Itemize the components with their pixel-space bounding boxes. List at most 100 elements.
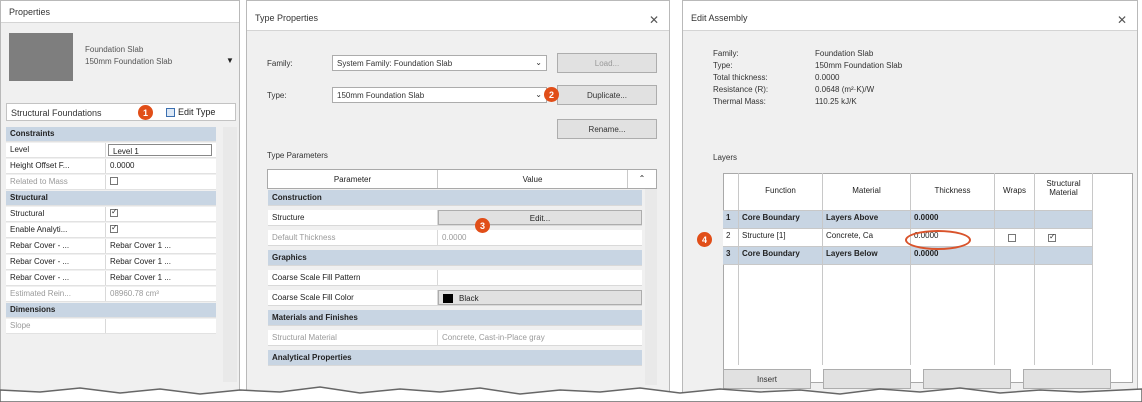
column-menu-icon[interactable]: ⌃ [628, 170, 656, 188]
assembly-info-value: 150mm Foundation Slab [815, 61, 903, 70]
parameter-value [628, 350, 642, 365]
layer-grid-column [823, 265, 911, 365]
properties-title: Properties [1, 1, 239, 23]
parameter-value[interactable] [438, 270, 642, 285]
layer-thickness-cell[interactable]: 0.0000 [911, 247, 995, 265]
property-value[interactable]: 0.0000 [106, 159, 216, 173]
type-selector-dropdown-icon[interactable]: ▼ [226, 56, 234, 65]
parameter-name: Default Thickness [268, 230, 438, 245]
layer-column-header[interactable]: Structural Material [1035, 173, 1093, 211]
layer-function-cell[interactable]: Core Boundary [739, 211, 823, 229]
layer-function-cell[interactable]: Core Boundary [739, 247, 823, 265]
layer-material-cell[interactable]: Layers Below [823, 247, 911, 265]
layer-material-cell[interactable]: Concrete, Ca [823, 229, 911, 247]
rename-button[interactable]: Rename... [557, 119, 657, 139]
checkbox[interactable] [1008, 234, 1016, 242]
checkbox[interactable] [110, 223, 118, 233]
edit-type-button[interactable]: Edit Type [166, 105, 215, 119]
type-select[interactable]: 150mm Foundation Slab ⌄ [332, 87, 547, 103]
parameter-row[interactable]: Default Thickness 0.0000 [268, 230, 642, 246]
parameter-group-header[interactable]: Analytical Properties [268, 350, 642, 366]
layer-grid-column [995, 265, 1035, 365]
layer-structural-material-cell[interactable] [1035, 247, 1093, 265]
property-value[interactable]: Level 1 [108, 144, 212, 156]
parameter-value[interactable]: Black [438, 290, 642, 305]
property-value[interactable]: Rebar Cover 1 ... [106, 255, 216, 269]
layer-column-header[interactable]: Material [823, 173, 911, 211]
property-value [106, 175, 216, 189]
parameter-row[interactable]: Structural Material Concrete, Cast-in-Pla… [268, 330, 642, 346]
property-name: Structural [6, 207, 106, 221]
type-name-line-2: 150mm Foundation Slab [85, 57, 173, 66]
property-row[interactable]: Level Level 1 [6, 143, 216, 158]
property-row[interactable]: Related to Mass [6, 175, 216, 190]
parameter-row[interactable]: Coarse Scale Fill Pattern [268, 270, 642, 286]
property-row[interactable]: Height Offset F... 0.0000 [6, 159, 216, 174]
property-value [206, 191, 216, 205]
assembly-info-label: Thermal Mass: [713, 97, 766, 106]
parameter-row[interactable]: Structure Edit... [268, 210, 642, 226]
property-row[interactable]: Rebar Cover - ... Rebar Cover 1 ... [6, 255, 216, 270]
layer-structural-material-cell[interactable] [1035, 211, 1093, 229]
property-name: Related to Mass [6, 175, 106, 189]
property-value [206, 127, 216, 141]
property-row[interactable]: Enable Analyti... [6, 223, 216, 238]
layer-column-header[interactable]: Function [739, 173, 823, 211]
property-name: Estimated Rein... [6, 287, 106, 301]
property-group-header[interactable]: Dimensions [6, 303, 216, 318]
torn-edge [0, 386, 1142, 402]
property-value[interactable]: Rebar Cover 1 ... [106, 239, 216, 253]
property-row[interactable]: Rebar Cover - ... Rebar Cover 1 ... [6, 271, 216, 286]
parameter-column-header[interactable]: Parameter [268, 170, 438, 188]
property-value[interactable] [106, 223, 216, 237]
layer-function-cell[interactable]: Structure [1] [739, 229, 823, 247]
checkbox[interactable] [1048, 232, 1056, 242]
edit-assembly-title: Edit Assembly ✕ [683, 1, 1137, 31]
layers-label: Layers [713, 153, 738, 162]
layer-wraps-cell[interactable] [995, 247, 1035, 265]
property-row[interactable]: Rebar Cover - ... Rebar Cover 1 ... [6, 239, 216, 254]
layer-row-number: 2 [723, 229, 739, 247]
property-group-header[interactable]: Structural [6, 191, 216, 206]
assembly-info-value: Foundation Slab [815, 49, 874, 58]
value-column-header[interactable]: Value [438, 170, 628, 188]
family-select[interactable]: System Family: Foundation Slab ⌄ [332, 55, 547, 71]
layer-material-cell[interactable]: Layers Above [823, 211, 911, 229]
property-row[interactable]: Slope [6, 319, 216, 334]
layer-structural-material-cell[interactable] [1035, 229, 1093, 247]
layer-wraps-cell[interactable] [995, 229, 1035, 247]
checkbox[interactable] [110, 177, 118, 185]
checkbox[interactable] [110, 207, 118, 217]
duplicate-button[interactable]: Duplicate... [557, 85, 657, 105]
property-value: 08960.78 cm³ [110, 289, 159, 298]
color-swatch [443, 294, 453, 304]
load-button[interactable]: Load... [557, 53, 657, 73]
parameter-group-header[interactable]: Materials and Finishes [268, 310, 642, 326]
property-value[interactable] [106, 207, 216, 221]
layer-wraps-cell[interactable] [995, 211, 1035, 229]
structure-edit-button[interactable]: Edit... [438, 210, 642, 225]
assembly-info-label: Resistance (R): [713, 85, 769, 94]
type-params-scrollbar[interactable] [645, 189, 657, 385]
close-icon[interactable]: ✕ [649, 13, 659, 27]
property-value [106, 319, 216, 333]
property-row[interactable]: Structural [6, 207, 216, 222]
close-icon[interactable]: ✕ [1117, 13, 1127, 27]
properties-scrollbar[interactable] [223, 127, 237, 382]
parameter-group-header[interactable]: Graphics [268, 250, 642, 266]
parameter-name: Coarse Scale Fill Pattern [268, 270, 438, 285]
family-label: Family: [267, 59, 293, 68]
layer-column-header[interactable]: Thickness [911, 173, 995, 211]
category-dropdown[interactable]: Structural Foundations [11, 108, 102, 118]
thickness-highlight-ring [905, 230, 971, 250]
layer-column-header[interactable]: Wraps [995, 173, 1035, 211]
property-row[interactable]: Estimated Rein... 08960.78 cm³ [6, 287, 216, 302]
parameter-row[interactable]: Coarse Scale Fill Color Black [268, 290, 642, 306]
parameter-name: Analytical Properties [272, 353, 352, 362]
property-group-header[interactable]: Constraints [6, 127, 216, 142]
assembly-info-label: Family: [713, 49, 739, 58]
property-value[interactable]: Rebar Cover 1 ... [106, 271, 216, 285]
layer-thickness-cell[interactable]: 0.0000 [911, 211, 995, 229]
parameter-group-header[interactable]: Construction [268, 190, 642, 206]
layer-grid-column [911, 265, 995, 365]
